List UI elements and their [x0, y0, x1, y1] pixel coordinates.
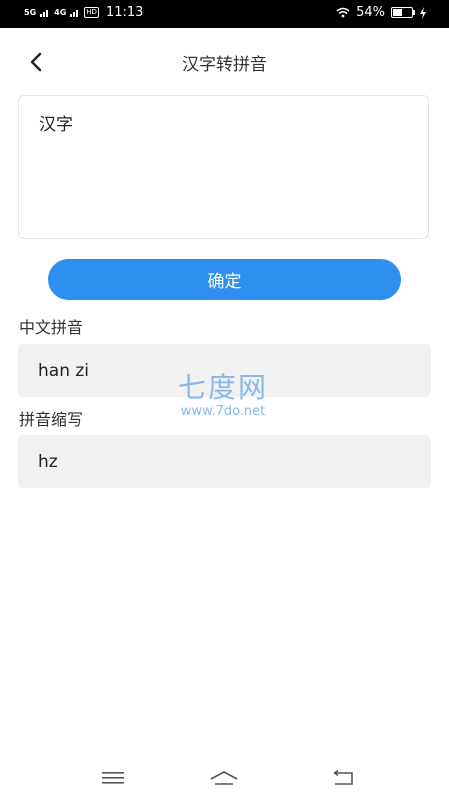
nav-home-button[interactable]	[209, 766, 239, 790]
hd-badge: HD	[84, 7, 99, 18]
status-time: 11:13	[105, 5, 144, 20]
status-right: 54%	[336, 5, 427, 20]
signal-5g-label: 5G	[24, 7, 37, 17]
menu-icon	[102, 772, 124, 784]
battery-percent: 54%	[356, 5, 385, 20]
signal-bars-icon	[70, 9, 79, 17]
status-left: 5G 4G HD 11:13	[24, 5, 143, 20]
abbreviation-label: 拼音缩写	[19, 410, 84, 429]
nav-menu-button[interactable]	[98, 766, 128, 790]
status-bar: 5G 4G HD 11:13 54%	[0, 0, 449, 28]
signal-4g-label: 4G	[54, 7, 67, 17]
abbreviation-result-field: hz	[18, 435, 431, 488]
system-nav-bar	[0, 760, 449, 799]
confirm-button[interactable]: 确定	[48, 259, 401, 300]
page-title: 汉字转拼音	[182, 55, 267, 75]
hanzi-input[interactable]: 汉字	[18, 95, 429, 239]
signal-bars-icon	[40, 9, 49, 17]
battery-icon	[391, 7, 415, 18]
watermark: 七度网 www.7do.net	[168, 372, 278, 420]
return-icon	[333, 770, 353, 785]
wifi-icon	[336, 7, 350, 18]
charging-bolt-icon	[420, 6, 426, 19]
page-header: 汉字转拼音	[0, 28, 449, 94]
nav-back-button[interactable]	[328, 766, 358, 790]
home-icon	[210, 771, 238, 785]
watermark-title: 七度网	[177, 371, 268, 404]
pinyin-label: 中文拼音	[19, 318, 84, 337]
watermark-url: www.7do.net	[180, 404, 266, 419]
battery-level	[393, 9, 402, 16]
